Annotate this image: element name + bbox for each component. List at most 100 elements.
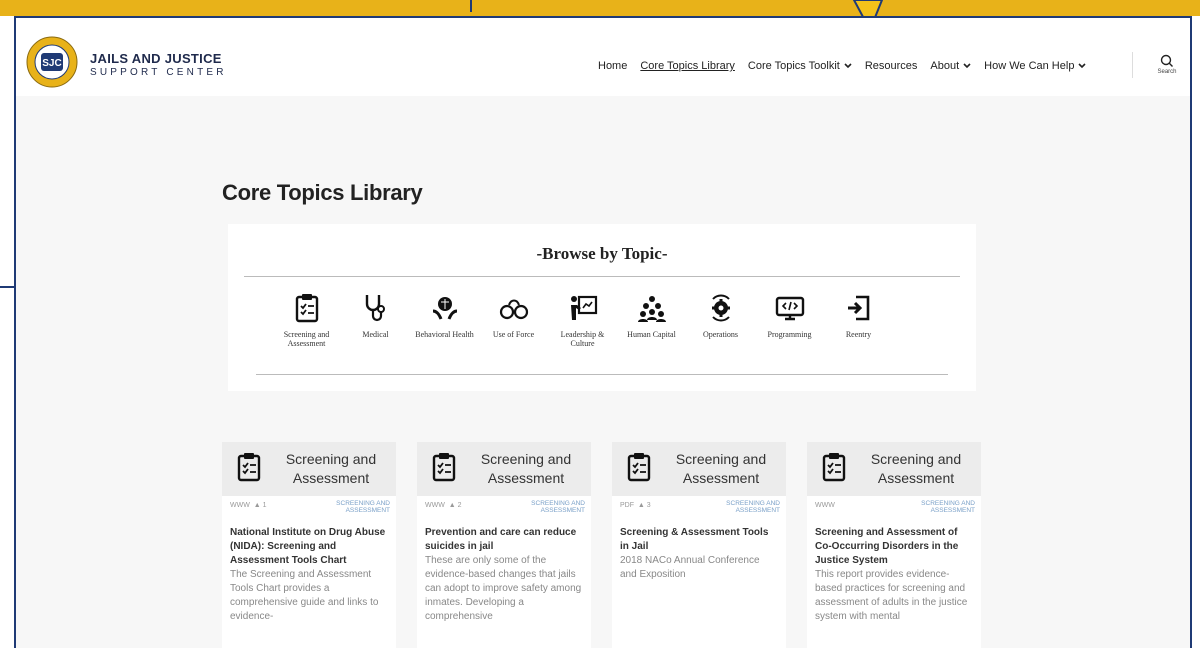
person-icon: ▲ <box>448 502 456 509</box>
stethoscope-icon <box>341 288 410 328</box>
card-title[interactable]: Screening and Assessment of Co-Occurring… <box>815 526 973 568</box>
clipboard-icon <box>626 452 656 487</box>
clipboard-icon <box>272 288 341 328</box>
gear-icon <box>686 288 755 328</box>
card-category-text: SCREENING AND ASSESSMENT <box>921 500 975 514</box>
topic-link-9[interactable]: Reentry <box>824 288 893 348</box>
topic-label: Programming <box>767 330 812 339</box>
card-rank: 2 <box>457 502 462 509</box>
card-rank: 1 <box>262 502 267 509</box>
card-meta: WWW ▲ 2 SCREENING AND ASSESSMENT <box>417 500 591 520</box>
card-header: Screening and Assessment <box>417 442 591 496</box>
site-header: SJC JAILS AND JUSTICE SUPPORT CENTER Hom… <box>16 18 1190 96</box>
topic-link-8[interactable]: Programming <box>755 288 824 348</box>
person-icon: ▲ <box>253 502 261 509</box>
brand-name[interactable]: JAILS AND JUSTICE <box>90 51 222 66</box>
card-description: This report provides evidence-based prac… <box>815 569 968 622</box>
card-category-tag[interactable]: SCREENING AND ASSESSMENT <box>913 500 975 514</box>
browse-by-topic-panel: -Browse by Topic- Screening and Assessme… <box>228 224 976 391</box>
topic-link-4[interactable]: Use of Force <box>479 288 548 348</box>
topic-label: Screening and Assessment <box>283 330 330 348</box>
main-navigation: Home Core Topics Library Core Topics Toolk… <box>598 60 1099 72</box>
handcuffs-icon <box>479 288 548 328</box>
card-body: Screening & Assessment Tools in Jail 2018… <box>612 520 786 582</box>
resource-card[interactable]: Screening and Assessment WWW SCREENING AND… <box>807 442 981 648</box>
presenter-icon <box>548 288 617 328</box>
brain-hands-icon <box>410 288 479 328</box>
card-meta: WWW ▲ 1 SCREENING AND ASSESSMENT <box>222 500 396 520</box>
nav-item-resources[interactable]: Resources <box>865 60 918 72</box>
topic-label: Leadership & Culture <box>560 330 605 348</box>
topic-link-6[interactable]: Human Capital <box>617 288 686 348</box>
divider <box>256 374 948 375</box>
card-type: PDF <box>620 502 634 509</box>
svg-text:SJC: SJC <box>42 58 61 69</box>
card-category-heading: Screening and Assessment <box>285 451 377 486</box>
card-description: The Screening and Assessment Tools Chart… <box>230 569 379 622</box>
card-category-text: SCREENING AND ASSESSMENT <box>336 500 390 514</box>
topic-label: Behavioral Health <box>415 330 474 339</box>
card-type-rank: PDF ▲ 3 <box>620 502 651 509</box>
nav-item-label: How We Can Help <box>984 60 1075 72</box>
card-category-tag[interactable]: SCREENING AND ASSESSMENT <box>328 500 390 514</box>
browse-title: -Browse by Topic- <box>536 244 668 263</box>
browser-viewport: SJC JAILS AND JUSTICE SUPPORT CENTER Hom… <box>14 16 1192 648</box>
page-title: Core Topics Library <box>222 180 423 205</box>
card-category-tag[interactable]: SCREENING AND ASSESSMENT <box>718 500 780 514</box>
resource-card[interactable]: Screening and Assessment WWW ▲ 1 SCREENING… <box>222 442 396 648</box>
card-title[interactable]: Screening & Assessment Tools in Jail <box>620 526 778 554</box>
card-body: Prevention and care can reduce suicides … <box>417 520 591 624</box>
topic-link-5[interactable]: Leadership & Culture <box>548 288 617 348</box>
card-header: Screening and Assessment <box>222 442 396 496</box>
nav-item-label: Home <box>598 60 628 72</box>
search-label: Search <box>1157 69 1177 75</box>
card-description: These are only some of the evidence-base… <box>425 555 582 622</box>
resource-card[interactable]: Screening and Assessment WWW ▲ 2 SCREENING… <box>417 442 591 648</box>
frame-decoration-line <box>0 286 14 288</box>
clipboard-icon <box>821 452 851 487</box>
search-icon <box>1150 54 1184 68</box>
card-category-text: SCREENING AND ASSESSMENT <box>531 500 585 514</box>
person-icon: ▲ <box>637 502 645 509</box>
nav-item-home[interactable]: Home <box>598 60 627 72</box>
card-body: National Institute on Drug Abuse (NIDA):… <box>222 520 396 624</box>
sign-in-icon <box>824 288 893 328</box>
topic-label: Human Capital <box>627 330 676 339</box>
nav-item-core-topics-toolkit[interactable]: Core Topics Toolkit <box>748 60 852 72</box>
topic-link-7[interactable]: Operations <box>686 288 755 348</box>
topic-label: Operations <box>702 330 739 339</box>
search-button[interactable]: Search <box>1150 54 1184 75</box>
card-category-heading: Screening and Assessment <box>870 451 962 486</box>
chevron-down-icon[interactable] <box>963 61 971 71</box>
card-header: Screening and Assessment <box>807 442 981 496</box>
nav-item-label: Core Topics Library <box>640 60 735 72</box>
card-title[interactable]: Prevention and care can reduce suicides … <box>425 526 583 554</box>
divider <box>244 276 960 277</box>
card-category-tag[interactable]: SCREENING AND ASSESSMENT <box>523 500 585 514</box>
resource-card[interactable]: Screening and Assessment PDF ▲ 3 SCREENING… <box>612 442 786 648</box>
topic-link-1[interactable]: Screening and Assessment <box>272 288 341 348</box>
card-type: WWW <box>425 502 445 509</box>
card-type: WWW <box>815 502 835 509</box>
topic-link-3[interactable]: Behavioral Health <box>410 288 479 348</box>
card-category-text: SCREENING AND ASSESSMENT <box>726 500 780 514</box>
card-body: Screening and Assessment of Co-Occurring… <box>807 520 981 624</box>
brand-subtitle: SUPPORT CENTER <box>90 67 227 78</box>
topic-link-2[interactable]: Medical <box>341 288 410 348</box>
card-type: WWW <box>230 502 250 509</box>
card-type-rank: WWW ▲ 2 <box>425 502 462 509</box>
card-type-rank: WWW <box>815 502 835 509</box>
chevron-down-icon[interactable] <box>844 61 852 71</box>
card-title[interactable]: National Institute on Drug Abuse (NIDA):… <box>230 526 388 568</box>
card-meta: PDF ▲ 3 SCREENING AND ASSESSMENT <box>612 500 786 520</box>
chevron-down-icon[interactable] <box>1078 61 1087 71</box>
topic-list: Screening and Assessment Medical Behaviora… <box>272 288 893 348</box>
card-header: Screening and Assessment <box>612 442 786 496</box>
clipboard-icon <box>236 452 266 487</box>
nav-item-core-topics-library[interactable]: Core Topics Library <box>640 60 735 72</box>
nav-item-how-we-can-help[interactable]: How We Can Help <box>984 60 1087 72</box>
nav-item-about[interactable]: About <box>930 60 971 72</box>
frame-gold-bar <box>0 0 1200 16</box>
topic-label: Use of Force <box>492 330 535 339</box>
site-logo[interactable]: SJC <box>26 36 78 88</box>
